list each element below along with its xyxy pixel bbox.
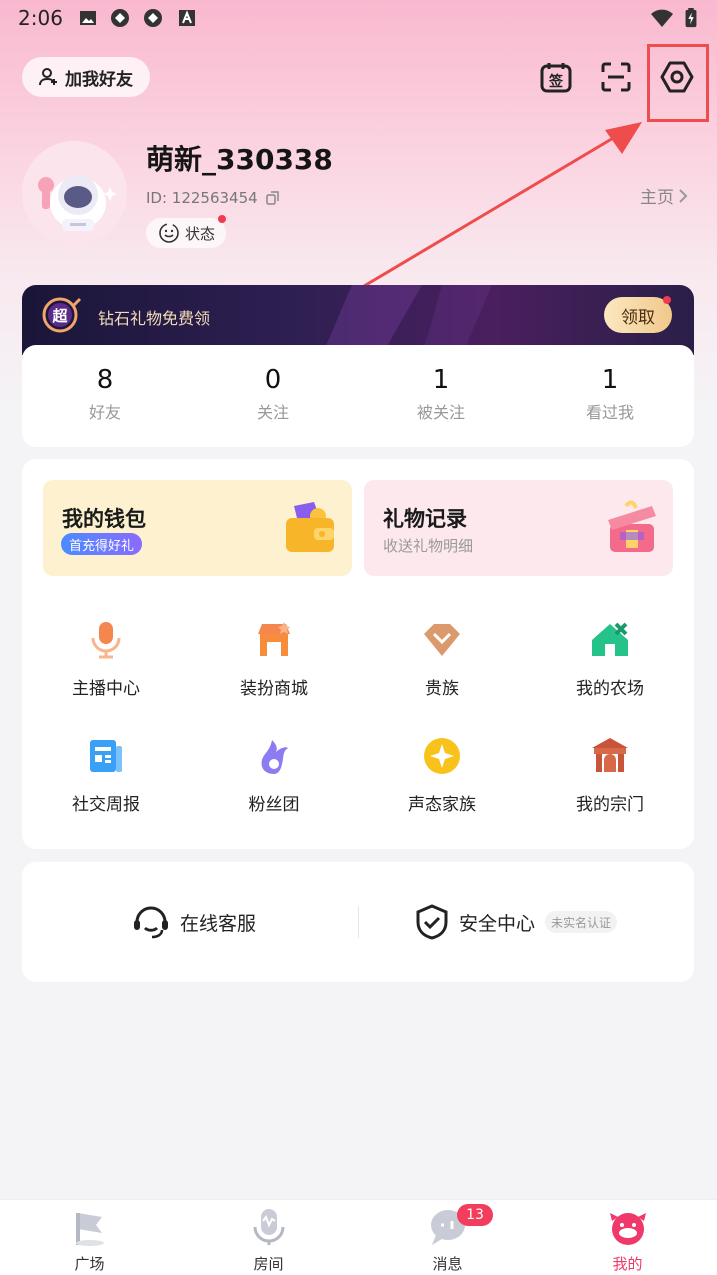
stat-label: 关注: [256, 403, 289, 422]
grid-label: 我的宗门: [576, 795, 644, 815]
add-user-icon: [39, 68, 57, 86]
nav-square[interactable]: 广场: [0, 1207, 179, 1274]
homepage-label: 主页: [640, 188, 674, 208]
super-logo-icon: 超: [42, 297, 82, 333]
homepage-link[interactable]: 主页: [640, 183, 688, 208]
status-time: 2:06: [18, 6, 63, 30]
user-id-row: ID: 122563454: [146, 189, 280, 207]
grid-label: 社交周报: [72, 795, 140, 815]
banner-text: 钻石礼物免费领: [98, 309, 211, 328]
security-center-button[interactable]: 安全中心 未实名认证: [415, 904, 618, 940]
gallery-icon: [80, 11, 96, 25]
profile-mascot-icon: [609, 1213, 646, 1245]
stat-friends[interactable]: 8 好友: [21, 365, 189, 423]
nobility[interactable]: 贵族: [358, 620, 526, 699]
grid-label: 粉丝团: [248, 795, 300, 815]
microphone-icon: [91, 622, 121, 659]
stat-following[interactable]: 0 关注: [189, 365, 357, 423]
online-support-button[interactable]: 在线客服: [132, 904, 256, 940]
wallet-icon: [286, 502, 334, 552]
grid-label: 声态家族: [408, 795, 476, 815]
wifi-icon: [651, 9, 673, 27]
username: 萌新_330338: [146, 143, 333, 176]
stat-followers[interactable]: 1 被关注: [357, 365, 525, 423]
stat-value: 1: [601, 365, 619, 395]
shield-icon: [416, 904, 448, 940]
messages-badge: 13: [457, 1204, 493, 1226]
grid-label: 主播中心: [72, 679, 140, 699]
my-sect[interactable]: 我的宗门: [526, 736, 694, 815]
wallet-title: 我的钱包: [62, 507, 146, 531]
gift-box-icon: [608, 500, 656, 552]
astronaut-avatar-icon: [22, 141, 126, 245]
my-farm[interactable]: 我的农场: [526, 620, 694, 699]
nav-label: 房间: [253, 1255, 284, 1273]
store-icon: [258, 622, 290, 656]
stat-label: 被关注: [416, 403, 465, 422]
svg-text:超: 超: [51, 307, 68, 325]
nav-label: 消息: [432, 1255, 463, 1273]
gift-record-title: 礼物记录: [383, 507, 467, 531]
temple-icon: [592, 738, 628, 772]
wallet-promo-badge: 首充得好礼: [61, 533, 143, 555]
user-id: ID: 122563454: [146, 189, 258, 207]
claim-dot: [663, 296, 671, 304]
headset-icon: [134, 906, 168, 939]
scan-button[interactable]: [596, 57, 636, 97]
star-badge-icon: [424, 738, 460, 774]
mic-room-icon: [253, 1209, 284, 1245]
status-dot: [218, 215, 226, 223]
newspaper-icon: [90, 740, 122, 772]
copy-icon[interactable]: [265, 191, 280, 205]
add-friend-label: 加我好友: [65, 69, 133, 90]
stat-value: 0: [264, 365, 282, 395]
anchor-center[interactable]: 主播中心: [22, 620, 190, 699]
status-button[interactable]: 状态: [146, 218, 226, 248]
nav-messages[interactable]: 消息: [358, 1207, 537, 1274]
service-divider: [358, 906, 359, 938]
grid-label: 我的农场: [576, 679, 644, 699]
stat-label: 看过我: [585, 403, 634, 422]
stat-visitors[interactable]: 1 看过我: [526, 365, 694, 423]
chevron-right-icon: [679, 188, 688, 203]
nav-profile[interactable]: 我的: [538, 1207, 717, 1274]
grid-label: 装扮商城: [240, 679, 308, 699]
font-a-icon: [179, 10, 195, 26]
scan-icon: [601, 62, 631, 92]
svg-text:签: 签: [548, 73, 564, 90]
app-notification-icon: [144, 9, 162, 27]
dress-up-store[interactable]: 装扮商城: [190, 620, 358, 699]
annotation-arrow: [353, 122, 642, 294]
stat-value: 8: [96, 365, 114, 395]
calendar-sign-icon: 签: [540, 63, 572, 93]
gift-record-subtitle: 收送礼物明细: [383, 537, 474, 555]
social-weekly[interactable]: 社交周报: [22, 736, 190, 815]
app-notification-icon: [111, 9, 129, 27]
diamond-icon: [424, 624, 460, 656]
stat-value: 1: [432, 365, 450, 395]
smiley-status-icon: [159, 223, 179, 243]
voice-family[interactable]: 声态家族: [358, 736, 526, 815]
flame-icon: [261, 740, 288, 774]
stat-label: 好友: [88, 403, 121, 422]
security-center-label: 安全中心: [459, 912, 536, 935]
nav-label: 我的: [612, 1255, 643, 1273]
farm-house-icon: [592, 622, 628, 656]
fan-club[interactable]: 粉丝团: [190, 736, 358, 815]
verify-status-badge: 未实名认证: [545, 911, 618, 933]
grid-label: 贵族: [425, 679, 459, 699]
status-label: 状态: [184, 224, 215, 243]
flag-icon: [75, 1213, 104, 1246]
checkin-button[interactable]: 签: [536, 57, 576, 97]
nav-room[interactable]: 房间: [179, 1207, 358, 1274]
avatar[interactable]: [22, 141, 127, 246]
claim-button[interactable]: 领取: [604, 297, 672, 333]
online-support-label: 在线客服: [180, 912, 257, 935]
nav-label: 广场: [74, 1255, 105, 1273]
add-friend-button[interactable]: 加我好友: [22, 57, 150, 97]
settings-highlight-box: [647, 44, 709, 122]
battery-icon: [685, 8, 697, 28]
